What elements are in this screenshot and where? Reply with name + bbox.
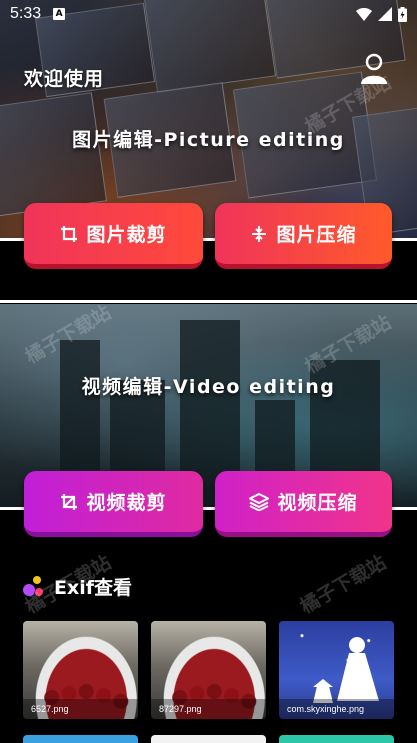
status-icons	[356, 6, 407, 22]
thumbnail-caption: 6527.png	[23, 699, 138, 719]
signal-icon	[378, 7, 392, 21]
exif-title: Exif查看	[54, 577, 133, 599]
notification-icon: A	[53, 8, 66, 20]
picture-compress-button[interactable]: 图片压缩	[215, 203, 392, 269]
compress-icon	[252, 225, 267, 242]
status-bar: 5:33 A	[0, 0, 417, 28]
exif-thumbnail[interactable]: 87297.png	[151, 621, 266, 719]
thumbnail-caption: com.skyxinghe.png	[279, 699, 394, 719]
exif-thumbnail-partial[interactable]	[279, 735, 394, 743]
welcome-text: 欢迎使用	[24, 68, 105, 90]
video-crop-button[interactable]: 视频裁剪	[24, 471, 203, 537]
divider-line	[0, 300, 417, 303]
exif-thumbnail[interactable]: com.skyxinghe.png	[279, 621, 394, 719]
picture-compress-label: 图片压缩	[276, 224, 357, 246]
thumbnail-caption: 87297.png	[151, 699, 266, 719]
watermark-text: 橘子下载站	[296, 551, 390, 619]
crop-icon	[61, 493, 78, 510]
video-compress-label: 视频压缩	[277, 492, 358, 514]
video-editing-title: 视频编辑-Video editing	[81, 376, 336, 398]
picture-crop-label: 图片裁剪	[86, 224, 167, 246]
video-crop-label: 视频裁剪	[86, 492, 167, 514]
dots-icon	[23, 575, 43, 596]
picture-editing-title: 图片编辑-Picture editing	[72, 129, 345, 151]
video-compress-button[interactable]: 视频压缩	[215, 471, 392, 537]
exif-thumbnail-partial[interactable]	[151, 735, 266, 743]
banner-photo-tile	[0, 92, 108, 218]
crop-icon	[61, 225, 78, 242]
battery-icon	[398, 6, 407, 22]
user-profile-icon[interactable]	[359, 53, 389, 85]
layers-icon	[249, 492, 270, 511]
exif-thumbnail[interactable]: 6527.png	[23, 621, 138, 719]
exif-thumbnail-partial[interactable]	[23, 735, 138, 743]
wifi-icon	[356, 7, 372, 21]
picture-crop-button[interactable]: 图片裁剪	[24, 203, 203, 269]
status-time: 5:33	[10, 5, 42, 22]
exif-header: Exif查看	[22, 573, 132, 600]
